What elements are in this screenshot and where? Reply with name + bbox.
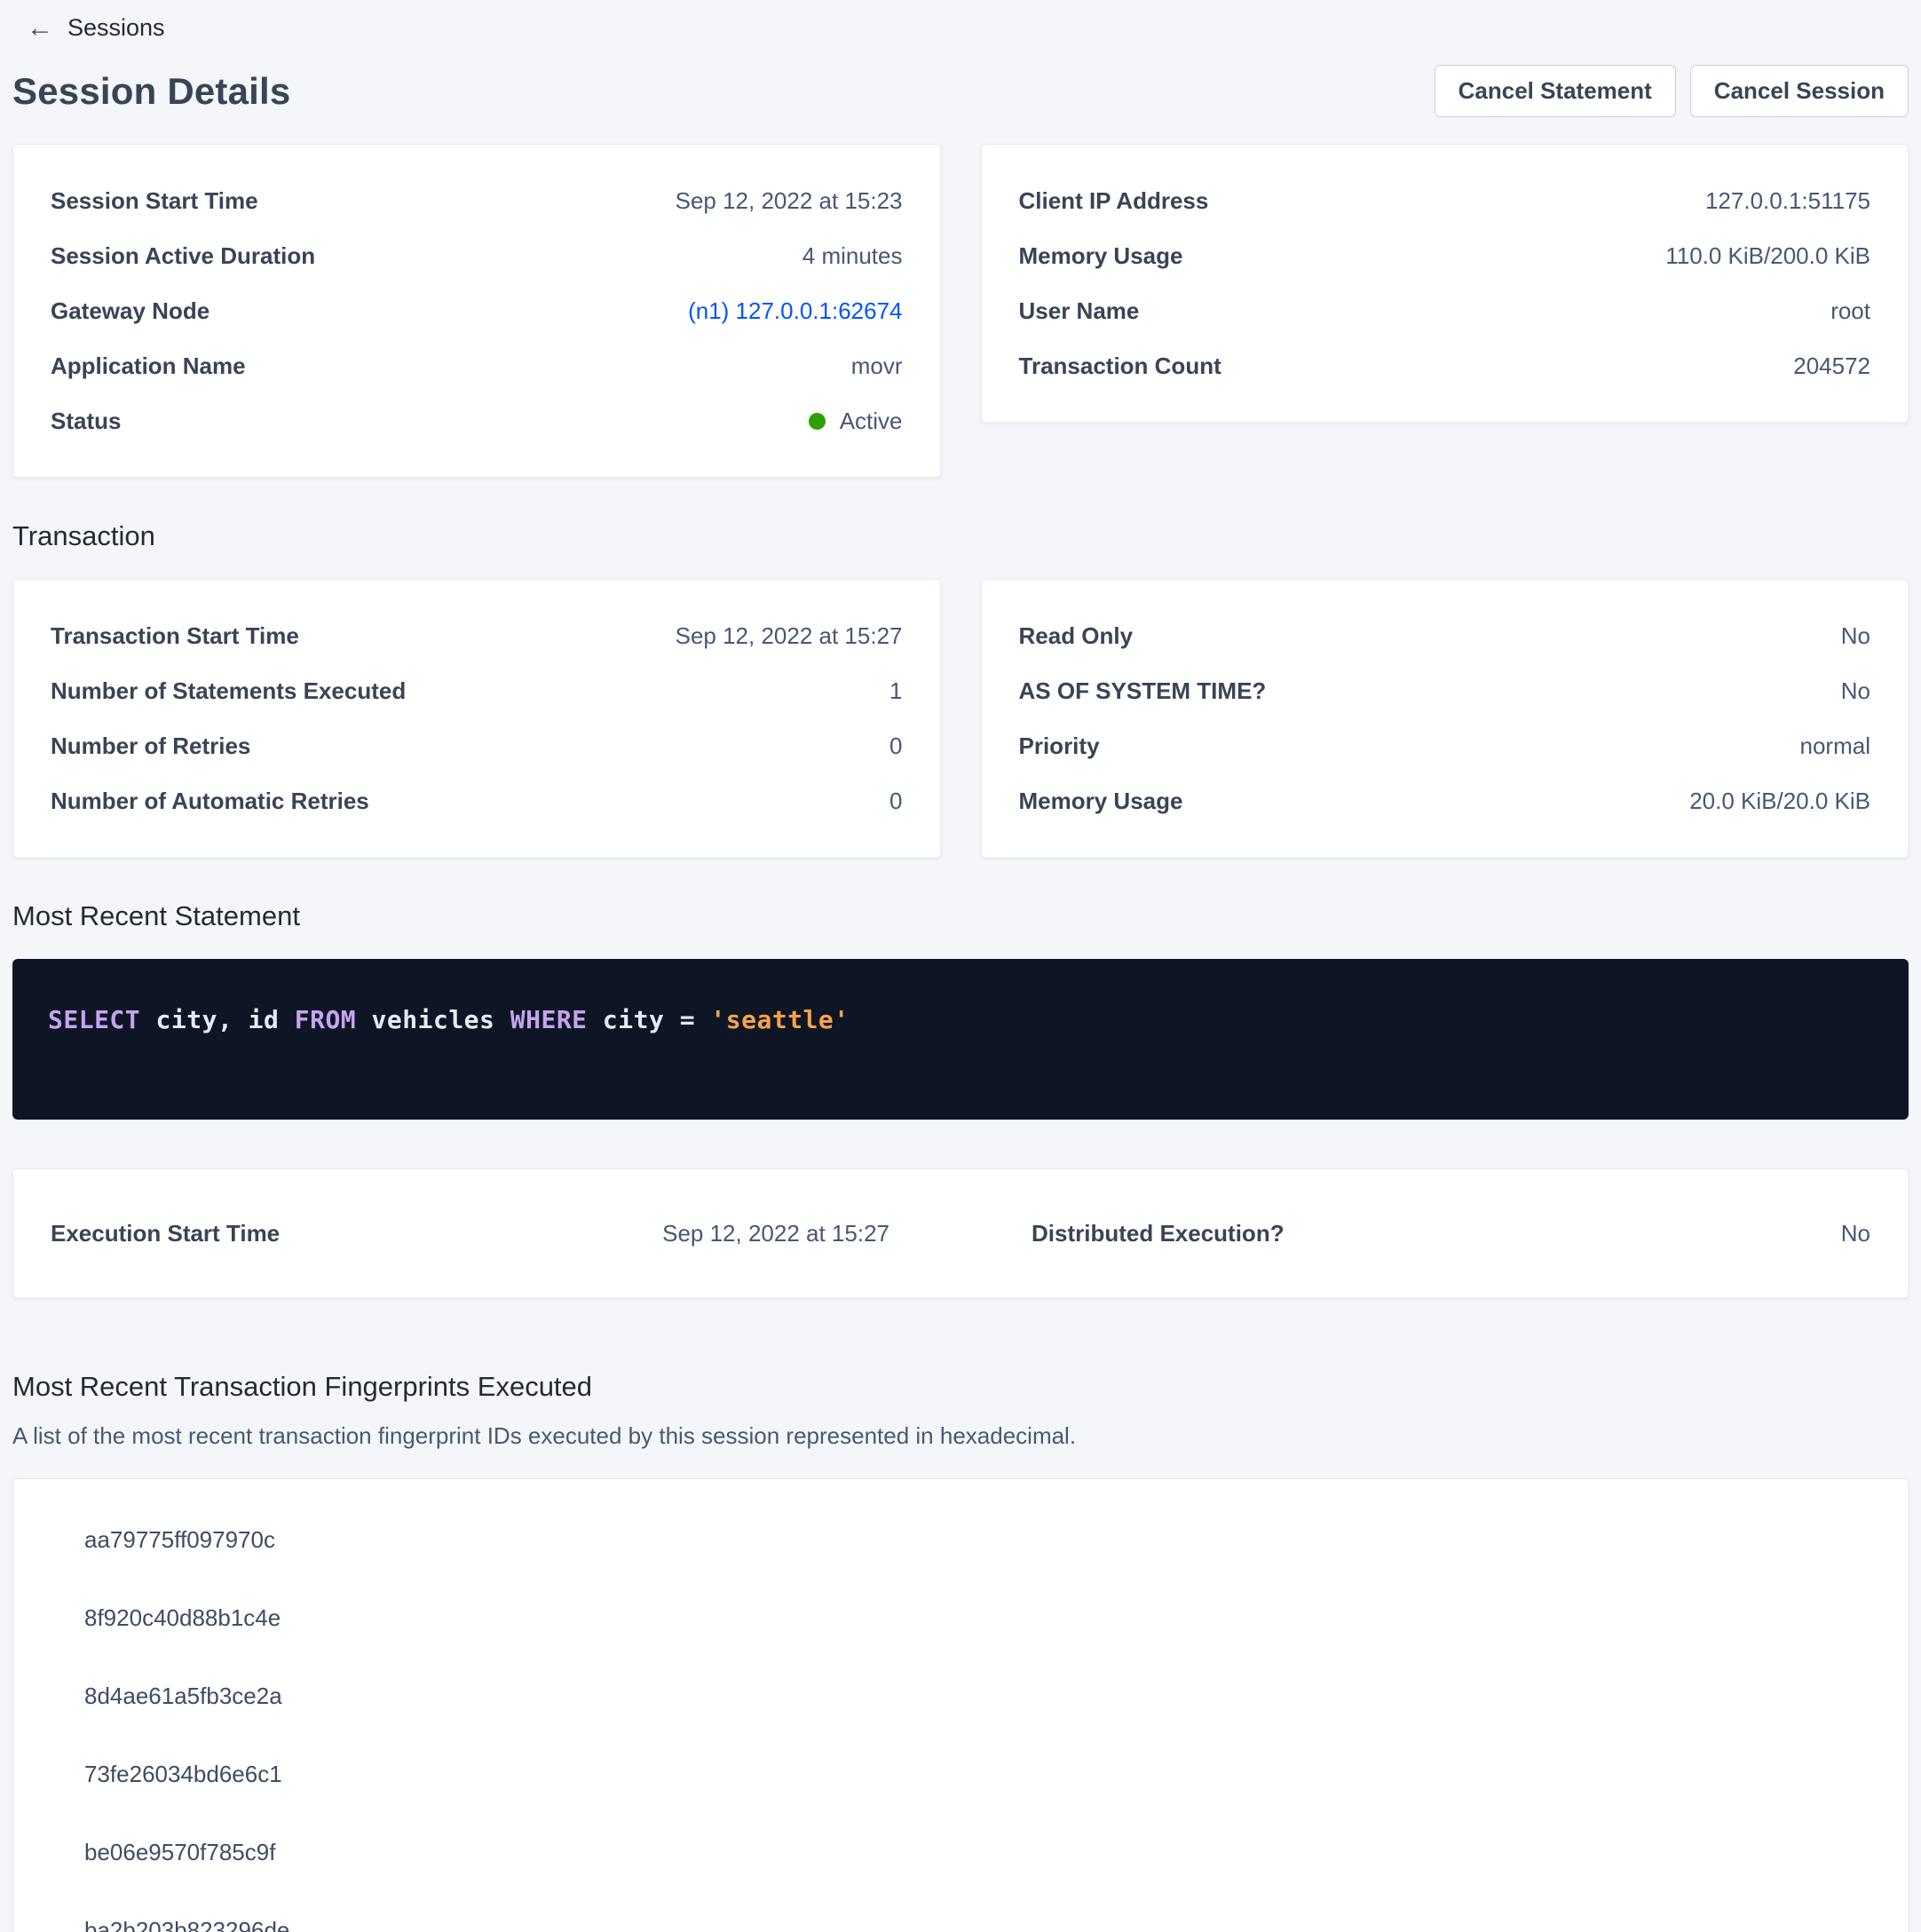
row-value: No — [1841, 622, 1870, 650]
row-value: Sep 12, 2022 at 15:23 — [676, 186, 903, 215]
table-row: Distributed Execution? No — [1032, 1219, 1870, 1247]
sql-token: city, id — [140, 1005, 295, 1034]
status-active-dot-icon — [809, 413, 826, 430]
session-summary-left-card: Session Start Time Sep 12, 2022 at 15:23… — [12, 144, 941, 478]
table-row: Read Only No — [1019, 608, 1871, 663]
row-label: Number of Retries — [51, 732, 250, 760]
row-label: Session Start Time — [51, 186, 258, 215]
sql-token: 'seattle' — [710, 1005, 849, 1034]
sql-token: FROM — [295, 1005, 356, 1034]
sql-token: city = — [588, 1005, 711, 1034]
breadcrumb-back-sessions[interactable]: ← Sessions — [12, 9, 165, 42]
row-label: Memory Usage — [1019, 242, 1183, 270]
execution-card: Execution Start Time Sep 12, 2022 at 15:… — [12, 1168, 1909, 1298]
row-value: 0 — [889, 787, 902, 815]
row-value: 20.0 KiB/20.0 KiB — [1689, 787, 1870, 815]
row-value: 110.0 KiB/200.0 KiB — [1665, 242, 1870, 270]
row-label: User Name — [1019, 297, 1140, 325]
row-value: 204572 — [1793, 352, 1870, 380]
row-label: Memory Usage — [1019, 787, 1183, 815]
session-summary-row: Session Start Time Sep 12, 2022 at 15:23… — [12, 144, 1909, 478]
table-row: Client IP Address 127.0.0.1:51175 — [1019, 173, 1871, 228]
gateway-node-link[interactable]: (n1) 127.0.0.1:62674 — [688, 297, 902, 325]
row-label: Client IP Address — [1019, 186, 1209, 215]
row-value: No — [1841, 1219, 1870, 1247]
table-row: Execution Start Time Sep 12, 2022 at 15:… — [51, 1219, 889, 1247]
fingerprints-section-heading: Most Recent Transaction Fingerprints Exe… — [12, 1371, 1909, 1403]
header-actions: Cancel Statement Cancel Session — [1435, 65, 1909, 117]
sql-token: SELECT — [48, 1005, 140, 1034]
transaction-left-card: Transaction Start Time Sep 12, 2022 at 1… — [12, 579, 941, 858]
row-value: Sep 12, 2022 at 15:27 — [676, 622, 903, 650]
table-row: Number of Retries 0 — [51, 718, 903, 773]
table-row: Memory Usage 20.0 KiB/20.0 KiB — [1019, 773, 1871, 828]
row-label: Distributed Execution? — [1032, 1219, 1285, 1247]
table-row: Session Start Time Sep 12, 2022 at 15:23 — [51, 173, 903, 228]
list-item: ba2b203b823296de — [84, 1891, 1881, 1932]
row-value: normal — [1800, 732, 1870, 760]
row-value: 127.0.0.1:51175 — [1705, 186, 1870, 215]
table-row: Application Name movr — [51, 338, 903, 393]
table-row: Number of Statements Executed 1 — [51, 663, 903, 718]
row-label: Transaction Count — [1019, 352, 1221, 380]
row-label: Application Name — [51, 352, 246, 380]
session-details-page: ← Sessions Session Details Cancel Statem… — [0, 0, 1921, 1932]
row-value: 0 — [889, 732, 902, 760]
transaction-cards-row: Transaction Start Time Sep 12, 2022 at 1… — [12, 579, 1909, 858]
transaction-right-card: Read Only No AS OF SYSTEM TIME? No Prior… — [981, 579, 1909, 858]
table-row: Status Active — [51, 393, 903, 448]
fingerprint-list: aa79775ff097970c 8f920c40d88b1c4e 8d4ae6… — [40, 1500, 1881, 1932]
list-item: aa79775ff097970c — [84, 1500, 1881, 1579]
row-value: Sep 12, 2022 at 15:27 — [662, 1219, 889, 1247]
row-label: Execution Start Time — [51, 1219, 280, 1247]
table-row: AS OF SYSTEM TIME? No — [1019, 663, 1871, 718]
list-item: 8f920c40d88b1c4e — [84, 1579, 1881, 1657]
breadcrumb-label: Sessions — [67, 14, 165, 42]
cancel-statement-button[interactable]: Cancel Statement — [1435, 65, 1676, 117]
row-label: Gateway Node — [51, 297, 209, 325]
table-row: Priority normal — [1019, 718, 1871, 773]
table-row: Gateway Node (n1) 127.0.0.1:62674 — [51, 283, 903, 338]
cancel-session-button[interactable]: Cancel Session — [1690, 65, 1909, 117]
page-title: Session Details — [12, 70, 290, 113]
list-item: 73fe26034bd6e6c1 — [84, 1735, 1881, 1813]
sql-statement-block: SELECT city, id FROM vehicles WHERE city… — [12, 959, 1909, 1120]
row-value: movr — [851, 352, 903, 380]
table-row: Transaction Start Time Sep 12, 2022 at 1… — [51, 608, 903, 663]
row-value: 1 — [889, 677, 902, 705]
row-label: Read Only — [1019, 622, 1134, 650]
sql-token: WHERE — [510, 1005, 588, 1034]
fingerprints-card: aa79775ff097970c 8f920c40d88b1c4e 8d4ae6… — [12, 1478, 1909, 1932]
row-value: root — [1830, 297, 1870, 325]
row-label: Transaction Start Time — [51, 622, 299, 650]
table-row: User Name root — [1019, 283, 1871, 338]
table-row: Session Active Duration 4 minutes — [51, 228, 903, 283]
session-summary-right-card: Client IP Address 127.0.0.1:51175 Memory… — [981, 144, 1909, 423]
table-row: Memory Usage 110.0 KiB/200.0 KiB — [1019, 228, 1871, 283]
row-label: Number of Automatic Retries — [51, 787, 369, 815]
row-label: Status — [51, 407, 121, 435]
row-label: Priority — [1019, 732, 1100, 760]
row-label: AS OF SYSTEM TIME? — [1019, 677, 1267, 705]
table-row: Transaction Count 204572 — [1019, 338, 1871, 393]
row-value: No — [1841, 677, 1870, 705]
statement-section-heading: Most Recent Statement — [12, 900, 1909, 932]
fingerprints-section-description: A list of the most recent transaction fi… — [12, 1422, 1909, 1450]
row-label: Session Active Duration — [51, 242, 315, 270]
table-row: Number of Automatic Retries 0 — [51, 773, 903, 828]
row-label: Number of Statements Executed — [51, 677, 406, 705]
list-item: 8d4ae61a5fb3ce2a — [84, 1657, 1881, 1735]
row-value: 4 minutes — [802, 242, 903, 270]
back-arrow-icon: ← — [27, 15, 53, 42]
sql-token: vehicles — [356, 1005, 510, 1034]
list-item: be06e9570f785c9f — [84, 1813, 1881, 1891]
status-badge: Active — [809, 407, 903, 435]
status-text: Active — [840, 407, 903, 435]
page-header: Session Details Cancel Statement Cancel … — [12, 65, 1909, 117]
transaction-section-heading: Transaction — [12, 520, 1909, 552]
